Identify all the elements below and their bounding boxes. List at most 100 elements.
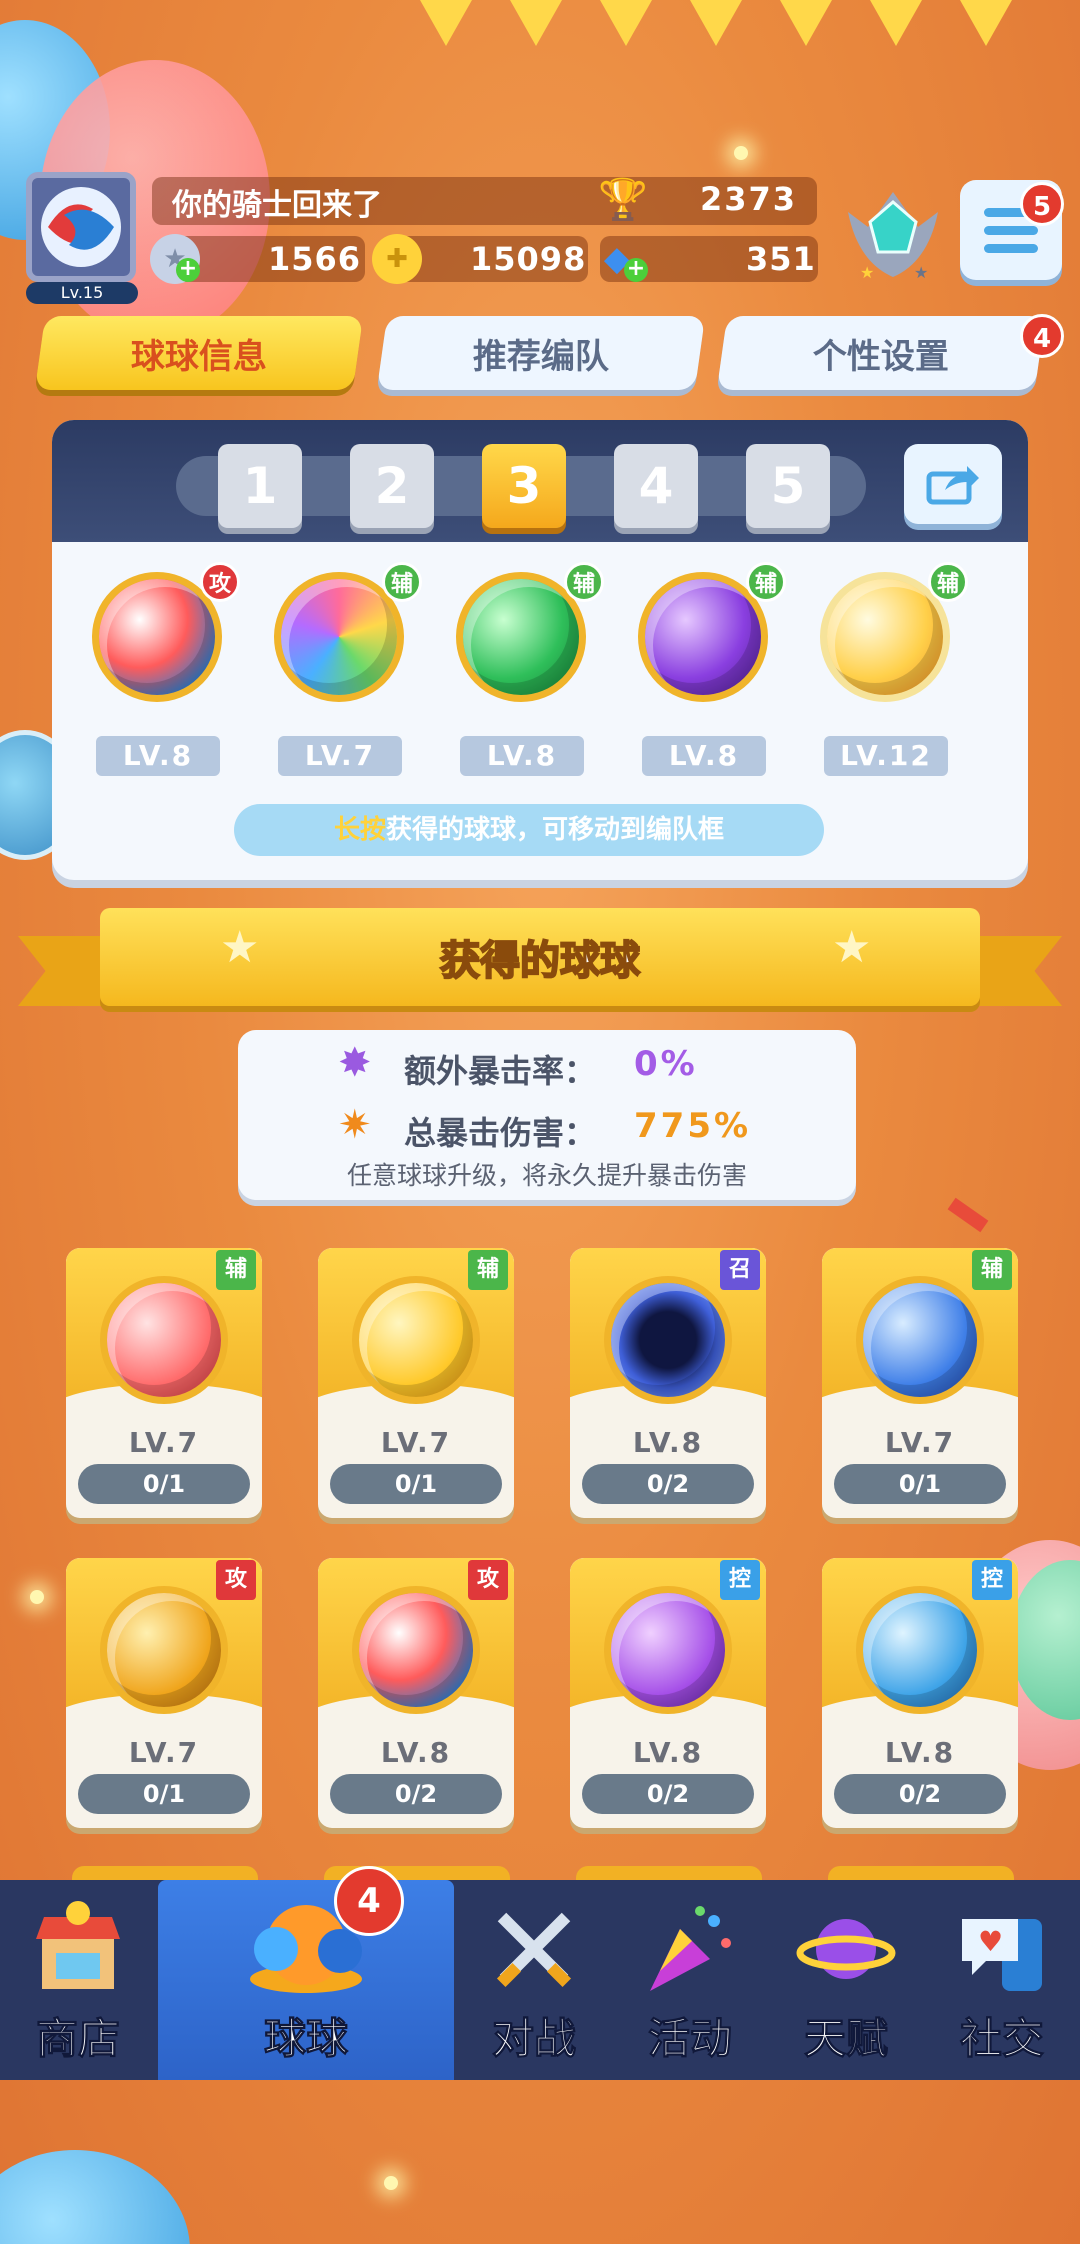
team-ball-rainbow[interactable]: 辅 [264, 562, 422, 702]
rank-emblem[interactable]: ★ ★ [838, 182, 948, 282]
team-ball-level: LV.8 [642, 736, 766, 776]
extra-crit-value: 0% [634, 1044, 698, 1084]
nav-social-label: 社交 [959, 2014, 1044, 2064]
nav-events-label: 活动 [647, 2014, 732, 2064]
cloud-wave-ball-icon [856, 1586, 984, 1714]
team-panel-header: 1 2 3 4 5 [52, 420, 1028, 542]
sparkle-decoration [384, 2176, 398, 2190]
rank-gem-icon: ★ ★ [848, 192, 938, 282]
knight-helmet-ball-icon [100, 1586, 228, 1714]
settings-notification-badge: 4 [1020, 314, 1064, 358]
sparkle-decoration [30, 1590, 44, 1604]
role-badge: 攻 [200, 562, 240, 602]
nav-battle[interactable]: 对战 [456, 1880, 612, 2080]
role-badge: 辅 [216, 1250, 256, 1290]
bunting-flag [960, 0, 1012, 46]
team-slot-2[interactable]: 2 [350, 444, 434, 528]
share-button[interactable] [904, 444, 1002, 524]
role-badge: 辅 [468, 1250, 508, 1290]
team-ball-purple-leaf[interactable]: 辅 [628, 562, 786, 702]
role-badge: 攻 [216, 1560, 256, 1600]
nav-social[interactable]: ♥ 社交 [924, 1880, 1080, 2080]
svg-text:♥: ♥ [978, 1925, 1003, 1958]
ball-card[interactable]: 召 LV.8 0/2 [570, 1248, 766, 1518]
card-count: 0/2 [582, 1774, 754, 1814]
game-screen: Lv.15 你的骑士回来了 🏆 2373 ★ + 1566 ✚ 15098 ◆ … [0, 0, 1080, 2244]
ball-card[interactable]: 控 LV.8 0/2 [570, 1558, 766, 1828]
gold-coin-icon: ✚ [372, 234, 422, 284]
svg-text:★: ★ [860, 263, 874, 282]
extra-crit-label: 额外暴击率： [404, 1052, 597, 1090]
role-badge: 辅 [746, 562, 786, 602]
team-slot-4[interactable]: 4 [614, 444, 698, 528]
player-avatar[interactable] [26, 172, 136, 282]
team-ball-koi[interactable]: 攻 [82, 562, 240, 702]
card-level: LV.7 [128, 1736, 200, 1769]
ball-card[interactable]: 攻 LV.7 0/1 [66, 1558, 262, 1828]
ball-card[interactable]: 辅 LV.7 0/1 [822, 1248, 1018, 1518]
share-icon [926, 466, 979, 505]
team-slot-1[interactable]: 1 [218, 444, 302, 528]
crit-note: 任意球球升级，将永久提升暴击伤害 [346, 1161, 747, 1190]
tab-personal-settings-label: 个性设置 [813, 336, 949, 377]
piggy-bank-ball-icon [352, 1276, 480, 1404]
add-diamond-button[interactable]: + [624, 258, 648, 282]
team-ball-level: LV.8 [460, 736, 584, 776]
trophy-icon: 🏆 [598, 177, 648, 223]
role-badge: 召 [720, 1250, 760, 1290]
ball-card[interactable]: 攻 LV.8 0/2 [318, 1558, 514, 1828]
crossed-swords-icon [484, 1899, 584, 1999]
total-crit-value: 775% [634, 1106, 752, 1146]
bunting-flag [780, 0, 832, 46]
tab-personal-settings[interactable]: 个性设置 [716, 316, 1046, 390]
menu-notification-badge: 5 [1020, 182, 1064, 226]
diamond-count: 351 [746, 240, 816, 278]
card-level: LV.8 [632, 1426, 704, 1459]
bunting-flag [600, 0, 652, 46]
drag-hint-highlight: 长按 [333, 815, 386, 845]
team-ball-green-star[interactable]: 辅 [446, 562, 604, 702]
team-ball-pumpkin[interactable]: 辅 [810, 562, 968, 702]
role-badge: 控 [972, 1560, 1012, 1600]
nav-talent[interactable]: 天赋 [768, 1880, 924, 2080]
tab-ball-info[interactable]: 球球信息 [34, 316, 364, 390]
nav-events[interactable]: 活动 [612, 1880, 768, 2080]
nav-balls[interactable]: 球球 [158, 1880, 454, 2080]
card-level: LV.8 [632, 1736, 704, 1769]
role-badge: 攻 [468, 1560, 508, 1600]
balloon-decoration [0, 2150, 190, 2244]
card-level: LV.7 [380, 1426, 452, 1459]
add-silver-button[interactable]: + [176, 258, 200, 282]
ball-card[interactable]: 辅 LV.7 0/1 [318, 1248, 514, 1518]
koi-ball-icon [41, 187, 121, 267]
card-level: LV.7 [884, 1426, 956, 1459]
team-panel: 1 2 3 4 5 攻 LV.8 辅 LV.7 辅 LV.8 辅 LV.8 辅 … [52, 420, 1028, 880]
gift-ball-icon [100, 1276, 228, 1404]
bunting-flag [510, 0, 562, 46]
card-count: 0/2 [834, 1774, 1006, 1814]
confetti-decoration [947, 1197, 989, 1233]
drag-hint-text: 获得的球球，可移动到编队框 [386, 815, 725, 845]
menu-line [984, 226, 1038, 235]
black-hole-ball-icon [604, 1276, 732, 1404]
team-ball-level: LV.12 [824, 736, 948, 776]
team-slot-3[interactable]: 3 [482, 444, 566, 528]
nav-shop-label: 商店 [35, 2014, 120, 2064]
tab-recommended-team[interactable]: 推荐编队 [376, 316, 706, 390]
svg-text:★: ★ [914, 263, 928, 282]
card-count: 0/1 [834, 1464, 1006, 1504]
shop-icon [28, 1899, 128, 1999]
ball-card[interactable]: 辅 LV.7 0/1 [66, 1248, 262, 1518]
card-level: LV.8 [380, 1736, 452, 1769]
nav-battle-label: 对战 [491, 2014, 576, 2064]
silver-count: 1566 [268, 240, 362, 278]
team-slot-5[interactable]: 5 [746, 444, 830, 528]
ball-card[interactable]: 控 LV.8 0/2 [822, 1558, 1018, 1828]
nav-shop[interactable]: 商店 [0, 1880, 156, 2080]
player-level-badge: Lv.15 [26, 282, 138, 304]
sparkle-decoration [734, 146, 748, 160]
gold-count: 15098 [470, 240, 587, 278]
total-crit-label: 总暴击伤害： [404, 1114, 597, 1152]
star-icon: ★ [220, 922, 260, 973]
nav-talent-label: 天赋 [803, 2014, 888, 2064]
